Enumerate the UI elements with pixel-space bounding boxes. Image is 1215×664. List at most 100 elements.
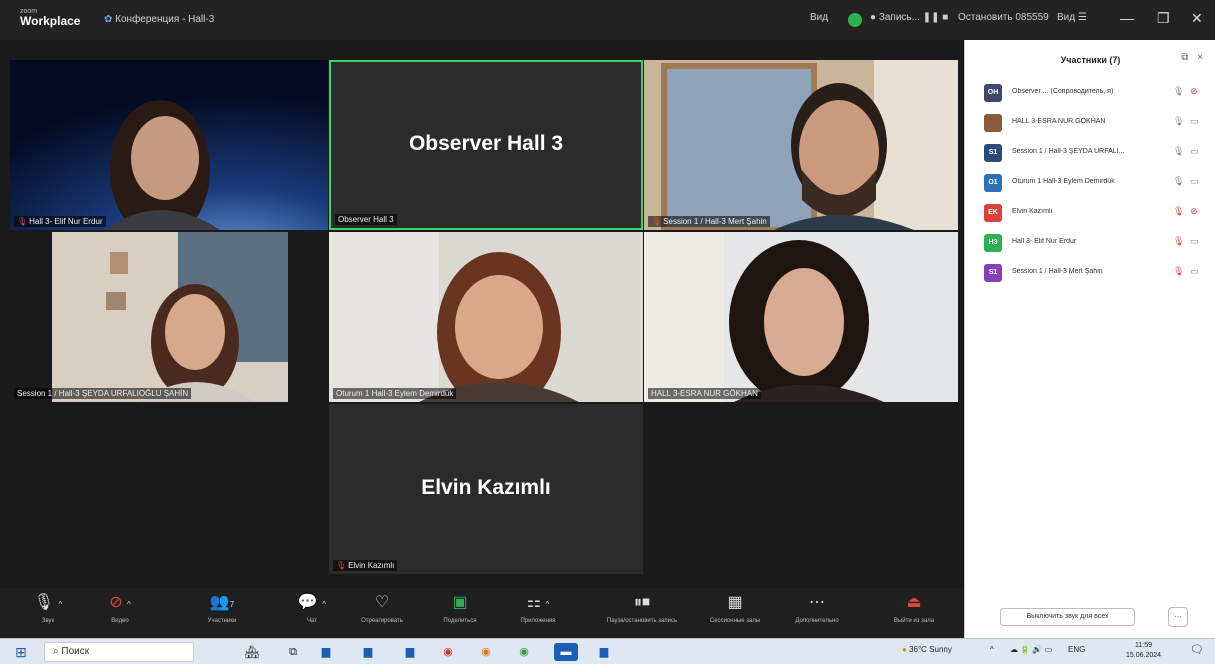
notifications-icon[interactable]: 🗨 [1190,643,1204,656]
minimize-icon[interactable]: — [1120,10,1134,26]
app-icon[interactable]: ◉ [516,643,532,661]
participant-row[interactable]: S1 Session 1 / Hall-3 Mert Şahin 🎙 ▭ [965,258,1215,288]
participants-button[interactable]: 👥7 Участники [192,592,252,624]
participant-name: Session 1 / Hall-3 Mert Şahin [663,217,767,226]
video-tile[interactable]: Elvin Kazımlı 🎙 Elvin Kazımlı [329,404,643,574]
video-off-icon[interactable]: ⊘ [1190,86,1198,97]
video-tile[interactable]: Oturum 1 Hall-3 Eylem Demirdük [329,232,643,402]
participant-name-tag: Oturum 1 Hall-3 Eylem Demirdük [333,388,457,399]
mute-all-button[interactable]: Выключить звук для всех [1000,608,1135,626]
share-button[interactable]: ▣ Поделиться [430,592,490,624]
more-button[interactable]: ⋯ Дополнительно [787,592,847,624]
participant-name: Session 1 / Hall-3 ŞEYDA URFALIOĞLU ŞAHİ… [17,389,189,398]
meeting-title[interactable]: ✿ Конференция - Hall-3 [104,14,214,25]
view-menu-button[interactable]: Вид ☰ [1057,12,1087,23]
system-tray-icons[interactable]: ☁ 🔋 🔊 ▭ [1010,645,1052,654]
video-icon[interactable]: ▭ [1190,176,1199,187]
mic-muted-icon[interactable]: 🎙 [1173,236,1184,247]
participant-row[interactable]: OH Observer ... (Сопроводитель, я) 🎙 ⊘ [965,78,1215,108]
weather-widget[interactable]: ● 36°C Sunny [902,645,952,654]
participant-video [644,60,958,230]
zoom-window: zoom Workplace ✿ Конференция - Hall-3 Ви… [0,0,1215,638]
meeting-toolbar: 🎙 ^ Звук ⊘ ^ Видео 👥7 Участники 💬 ^ Чат ♡ Отр… [0,588,964,638]
mic-icon[interactable]: 🎙 [1173,86,1184,97]
recording-status[interactable]: ● Запись... ❚❚ ■ [870,12,948,23]
panel-more-button[interactable]: ··· [1168,607,1188,627]
video-off-icon[interactable]: ⊘ [1190,206,1198,217]
app-icon[interactable]: ▆ [596,643,612,661]
participant-name-tag: Session 1 / Hall-3 ŞEYDA URFALIOĞLU ŞAHİ… [14,388,192,399]
sun-icon: ● [902,645,907,654]
close-panel-icon[interactable]: × [1197,52,1203,63]
video-button[interactable]: ⊘ ^ Видео [90,592,150,624]
windows-start-icon[interactable]: ⊞ [10,643,32,661]
share-screen-icon: ▣ [452,594,468,611]
view-mode-button[interactable]: Вид [810,12,828,23]
stop-recording[interactable]: Остановить 085559 [958,12,1049,23]
mic-icon[interactable]: 🎙 [1173,176,1184,187]
mic-muted-icon[interactable]: 🎙 [1173,266,1184,277]
video-icon[interactable]: ▭ [1190,146,1199,157]
video-tile[interactable]: 🎙 Session 1 / Hall-3 Mert Şahin [644,60,958,230]
title-bar: zoom Workplace ✿ Конференция - Hall-3 Ви… [0,0,1215,40]
widgets-icon[interactable]: 🏘 [232,643,272,661]
record-label: Запись... [878,12,920,23]
participant-name-tag: 🎙 Elvin Kazımlı [333,560,398,571]
video-icon[interactable]: ▭ [1190,236,1199,247]
taskbar-search[interactable]: ⌕ Поиск [44,642,194,662]
chrome-icon[interactable]: ◉ [440,643,456,661]
apps-button[interactable]: ⚏ ^ Приложения [508,592,568,624]
avatar: H3 [984,234,1002,252]
mic-muted-icon[interactable]: 🎙 [1173,206,1184,217]
close-icon[interactable]: ✕ [1191,10,1203,27]
avatar: EK [984,204,1002,222]
participant-row[interactable]: H3 Hall 3- Elif Nur Erdur 🎙 ▭ [965,228,1215,258]
popout-icon[interactable]: ⧉ [1181,52,1188,63]
search-icon: ⌕ [53,646,59,657]
react-button[interactable]: ♡ Отреагировать [352,592,412,624]
mic-icon[interactable]: 🎙 [1173,116,1184,127]
participant-row[interactable]: EK Elvin Kazımlı 🎙 ⊘ [965,198,1215,228]
mail-icon[interactable]: ▆ [402,643,418,661]
task-view-icon[interactable]: ⧉ [285,643,301,661]
video-tile[interactable]: HALL 3-ESRA NUR GÖKHAN [644,232,958,402]
pause-record-button[interactable]: ⏸⏹ Пауза/остановить запись [602,592,682,624]
tray-chevron-icon[interactable]: ^ [990,645,994,654]
store-icon[interactable]: ▆ [360,643,376,661]
meeting-title-text: Конференция - Hall-3 [115,14,215,25]
mic-icon[interactable]: 🎙 [1173,146,1184,157]
mic-muted-icon: 🎙 [336,561,347,570]
video-tile[interactable]: Session 1 / Hall-3 ŞEYDA URFALIOĞLU ŞAHİ… [10,232,328,402]
breakout-rooms-button[interactable]: ▦ Сессионные залы [705,592,765,624]
explorer-icon[interactable]: ▆ [318,643,334,661]
participant-row-name: HALL 3-ESRA NUR GÖKHAN [1012,118,1106,125]
participant-name-tag: HALL 3-ESRA NUR GÖKHAN [648,388,761,399]
video-icon[interactable]: ▭ [1190,266,1199,277]
participant-row-name: Oturum 1 Hall-3 Eylem Demirdük [1012,178,1115,185]
chat-button[interactable]: 💬 ^ Чат [282,592,342,624]
participant-row[interactable]: HALL 3-ESRA NUR GÖKHAN 🎙 ▭ [965,108,1215,138]
participant-name: Observer Hall 3 [338,215,394,224]
participant-row[interactable]: O1 Oturum 1 Hall-3 Eylem Demirdük 🎙 ▭ [965,168,1215,198]
language-indicator[interactable]: ENG [1068,645,1085,654]
zoom-logo: zoom Workplace [20,8,80,28]
zoom-taskbar-icon[interactable]: ▬ [554,643,578,661]
view-menu-label: Вид ☰ [1057,12,1087,23]
taskbar-clock[interactable]: 11:59 15.06.2024 [1126,641,1161,661]
leave-button[interactable]: ⏏ Выйти из зала [884,592,944,624]
participant-name: Elvin Kazımlı [348,561,395,570]
video-tile-active-speaker[interactable]: Observer Hall 3 Observer Hall 3 [329,60,643,230]
security-shield-icon[interactable] [848,13,862,27]
video-tile[interactable]: 🎙 Hall 3- Elif Nur Erdur [10,60,328,230]
more-label: Дополнительно [795,618,839,624]
participant-row[interactable]: S1 Session 1 / Hall-3 ŞEYDA URFALI... 🎙 … [965,138,1215,168]
participants-count: 7 [229,600,235,609]
browser-icon[interactable]: ◉ [478,643,494,661]
weather-label: 36°C Sunny [909,645,952,654]
participant-video [10,60,328,230]
restore-icon[interactable]: ❐ [1157,10,1170,27]
participant-name: HALL 3-ESRA NUR GÖKHAN [651,389,758,398]
participant-row-name: Observer ... (Сопроводитель, я) [1012,88,1114,95]
video-icon[interactable]: ▭ [1190,116,1199,127]
audio-button[interactable]: 🎙 ^ Звук [18,592,78,624]
